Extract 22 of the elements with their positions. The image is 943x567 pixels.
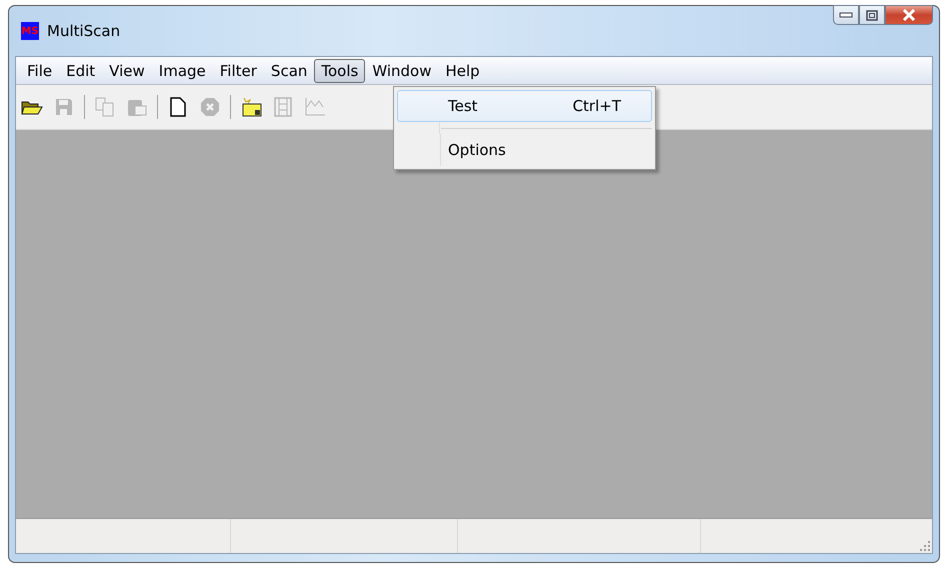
- option-label: Test: [448, 97, 478, 115]
- close-button[interactable]: [885, 5, 933, 25]
- minimize-icon: [839, 12, 853, 18]
- shortcut-text: Ctrl+T: [572, 97, 621, 115]
- resize-grip-icon[interactable]: [920, 541, 930, 551]
- minimize-button[interactable]: [833, 5, 859, 25]
- close-icon: [902, 9, 916, 21]
- menu-item[interactable]: File: [20, 58, 60, 82]
- option-label: Options: [448, 141, 506, 159]
- menu-item[interactable]: Window: [365, 58, 438, 82]
- app-logo: MS: [21, 22, 39, 40]
- window-title: MultiScan: [47, 22, 120, 40]
- maximize-button[interactable]: [859, 5, 885, 25]
- maximize-icon: [866, 10, 878, 20]
- menu-item[interactable]: Help: [438, 58, 487, 82]
- menu-item[interactable]: Image: [152, 58, 213, 82]
- menu-item[interactable]: Filter: [212, 58, 264, 82]
- menu-item[interactable]: Tools: [314, 58, 366, 82]
- menu-option[interactable]: Test Ctrl+T: [397, 90, 652, 122]
- menu-item[interactable]: Edit: [59, 58, 102, 82]
- menu-item[interactable]: Scan: [264, 58, 314, 82]
- menu-item[interactable]: View: [102, 58, 152, 82]
